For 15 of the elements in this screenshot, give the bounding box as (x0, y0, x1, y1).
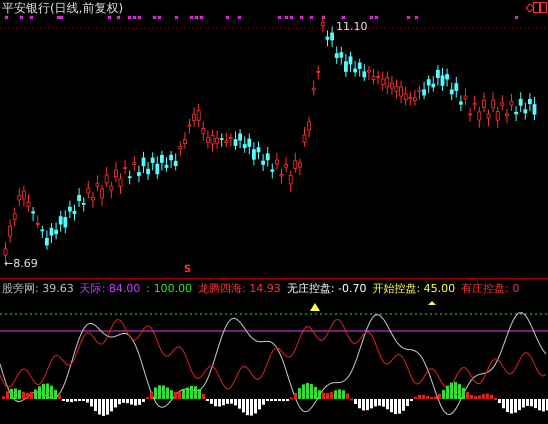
indicator-value: 开始控盘: 45.00 (372, 281, 456, 296)
indicator-value: 天际: 84.00 (80, 281, 140, 296)
indicator-value: 无庄控盘: -0.70 (286, 281, 366, 296)
indicator-value: 股旁网: 39.63 (2, 281, 74, 296)
chart-title: 平安银行(日线,前复权) (2, 0, 124, 17)
indicator-value: 有庄控盘: 0 (461, 281, 520, 296)
panel-toggle-icon[interactable] (533, 2, 547, 13)
indicator-value: 龙腾四海: 14.93 (198, 281, 281, 296)
peak-marker-icon (310, 302, 320, 311)
high-price-label: 11.10 (336, 20, 368, 33)
signal-mark: S (184, 264, 192, 275)
low-price-label: ←8.69 (4, 257, 38, 270)
indicator-value: : 100.00 (146, 282, 192, 296)
diamond-icon[interactable] (525, 3, 535, 13)
peak-marker-icon (428, 300, 436, 305)
